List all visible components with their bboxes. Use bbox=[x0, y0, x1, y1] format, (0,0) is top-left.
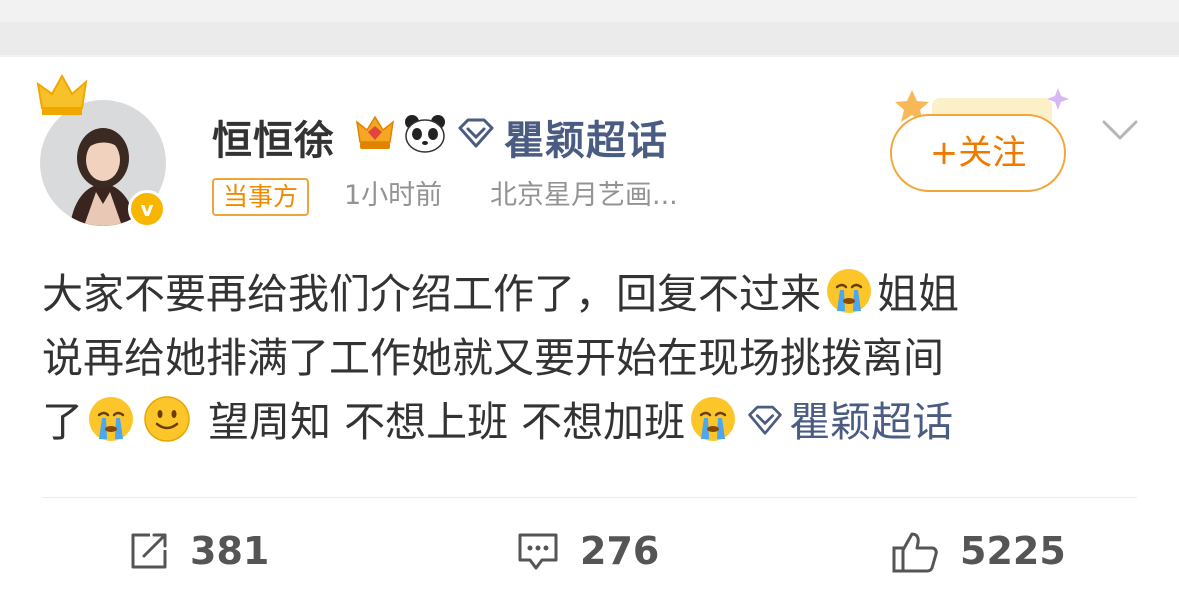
chevron-down-icon[interactable] bbox=[1100, 118, 1140, 142]
post-text-line1-tail: 姐姐 bbox=[877, 270, 959, 318]
post-text-line2: 说再给她排满了工作她就又要开始在现场挑拨离间 bbox=[42, 334, 944, 382]
panda-icon[interactable] bbox=[402, 112, 448, 154]
comment-count: 276 bbox=[580, 529, 660, 573]
crying-emoji-icon bbox=[691, 397, 736, 441]
like-button[interactable]: 5225 bbox=[890, 528, 1090, 574]
diamond-icon bbox=[458, 118, 494, 148]
verified-badge: v bbox=[128, 190, 166, 228]
post-text-line3: 望周知 不想上班 不想加班 bbox=[195, 398, 686, 446]
comment-icon bbox=[518, 533, 558, 570]
post-source: 北京星月艺画... bbox=[490, 180, 678, 211]
topic-link-header[interactable]: 瞿颖超话 bbox=[504, 108, 668, 166]
like-count: 5225 bbox=[960, 529, 1066, 573]
crown-icon bbox=[36, 73, 88, 115]
crying-emoji-icon bbox=[827, 269, 871, 313]
post-text-line3-start: 了 bbox=[42, 398, 83, 446]
smile-emoji-icon bbox=[144, 396, 190, 442]
repost-count: 381 bbox=[190, 529, 270, 573]
vip-crown-icon[interactable] bbox=[354, 112, 396, 154]
share-icon bbox=[131, 533, 167, 569]
thumbs-up-icon bbox=[892, 532, 938, 573]
topic-link-inline[interactable]: 瞿颖超话 bbox=[789, 398, 953, 446]
top-separator bbox=[0, 0, 1179, 57]
post-time: 1小时前 bbox=[344, 180, 443, 211]
role-tag: 当事方 bbox=[212, 178, 310, 216]
follow-button[interactable]: +关注 bbox=[890, 114, 1066, 192]
repost-button[interactable]: 381 bbox=[128, 528, 308, 574]
divider bbox=[42, 497, 1137, 498]
post-text-line1: 大家不要再给我们介绍工作了，回复不过来 bbox=[42, 270, 821, 318]
post-content: 大家不要再给我们介绍工作了，回复不过来 姐姐 说再给她排满了工作她就又要开始在现场… bbox=[42, 262, 1142, 454]
comment-button[interactable]: 276 bbox=[516, 528, 696, 574]
diamond-icon bbox=[748, 405, 782, 435]
username[interactable]: 恒恒徐 bbox=[212, 108, 335, 166]
crying-emoji-icon bbox=[89, 397, 133, 441]
